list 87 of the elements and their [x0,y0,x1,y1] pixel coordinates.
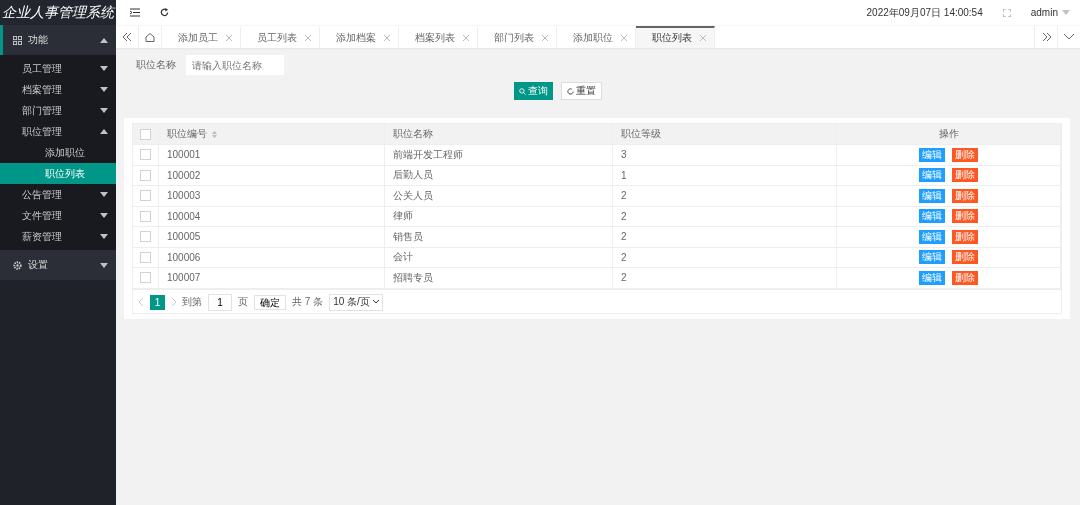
tab[interactable]: 部门列表 [478,26,557,48]
next-page-icon[interactable] [171,298,176,306]
close-icon[interactable] [463,35,469,41]
table-cell: 100005 [159,227,385,248]
chevron-down-icon [372,300,379,304]
refresh-icon [567,87,574,95]
page-size-select[interactable]: 10 条/页 [329,293,383,311]
table-cell: 2 [613,247,837,268]
table-cell: 2 [613,227,837,248]
app-title: 企业人事管理系统 [0,0,116,25]
user-name[interactable]: admin [1030,7,1058,18]
home-icon[interactable] [145,32,155,42]
menu-icon[interactable] [130,8,140,17]
refresh-icon[interactable] [160,8,169,17]
reset-button[interactable]: 重置 [561,82,602,100]
page-unit: 页 [238,295,248,309]
table-cell: 1 [613,165,837,186]
table-cell: 销售员 [385,227,613,248]
table-cell: 2 [613,268,837,289]
total-count: 共 7 条 [292,295,324,309]
menu-item[interactable]: 文件管理 [0,205,116,226]
row-checkbox[interactable] [140,272,151,284]
table-cell: 2 [613,206,837,227]
menu-item[interactable]: 薪资管理 [0,226,116,247]
menu-item[interactable]: 功能 [0,25,116,55]
close-icon[interactable] [621,35,627,41]
table-cell: 律师 [385,206,613,227]
close-icon[interactable] [700,35,706,41]
row-checkbox[interactable] [140,210,151,222]
table-cell: 会计 [385,247,613,268]
double-chevron-right-icon[interactable] [1041,33,1051,41]
row-checkbox[interactable] [140,169,151,181]
table-cell: 100006 [159,247,385,268]
row-checkbox[interactable] [140,231,151,243]
menu-item[interactable]: 职位管理 [0,121,116,142]
search-icon [519,87,526,95]
table-cell: 100004 [159,206,385,227]
goto-label: 到第 [182,295,202,309]
submenu-item[interactable]: 职位列表 [0,163,116,184]
tab[interactable]: 档案列表 [399,26,478,48]
query-button[interactable]: 查询 [514,82,553,100]
table-cell: 3 [613,145,837,166]
page-button[interactable]: 1 [150,294,165,310]
sort-icon[interactable] [212,130,217,138]
date-time: 2022年09月07日 14:00:54 [866,5,983,20]
table-cell: 100002 [159,165,385,186]
row-checkbox[interactable] [140,149,151,161]
column-header: 职位名称 [385,124,613,145]
menu-item[interactable]: 部门管理 [0,100,116,121]
close-icon[interactable] [226,35,232,41]
confirm-button[interactable]: 确定 [254,294,286,310]
double-chevron-left-icon[interactable] [122,33,132,41]
gear-icon [13,260,22,270]
menu-item[interactable]: 员工管理 [0,58,116,79]
close-icon[interactable] [384,35,390,41]
page-input[interactable]: 1 [208,293,232,311]
grid-icon [13,35,22,45]
close-icon[interactable] [542,35,548,41]
tab[interactable]: 员工列表 [241,26,320,48]
row-checkbox[interactable] [140,251,151,263]
table-cell: 前端开发工程师 [385,145,613,166]
table-cell: 100001 [159,145,385,166]
table-cell: 后勤人员 [385,165,613,186]
menu-item[interactable]: 公告管理 [0,184,116,205]
column-header[interactable]: 职位编号 [159,124,385,145]
column-header: 职位等级 [613,124,837,145]
select-all-checkbox[interactable] [140,128,151,140]
table-cell: 100007 [159,268,385,289]
submenu-item[interactable]: 添加职位 [0,142,116,163]
tab[interactable]: 添加员工 [162,26,241,48]
table-cell: 公关人员 [385,186,613,207]
prev-page-icon[interactable] [139,298,144,306]
caret-down-icon [1062,10,1070,15]
table-cell: 招聘专员 [385,268,613,289]
column-header: 操作 [837,124,1061,145]
field-label: 职位名称 [136,58,176,72]
tab[interactable]: 职位列表 [636,26,715,48]
table-cell: 100003 [159,186,385,207]
table-cell: 2 [613,186,837,207]
close-icon[interactable] [305,35,311,41]
row-checkbox[interactable] [140,190,151,202]
chevron-down-icon[interactable] [1064,34,1074,40]
menu-item[interactable]: 设置 [0,250,116,280]
tab[interactable]: 添加档案 [320,26,399,48]
menu-item[interactable]: 档案管理 [0,79,116,100]
position-name-input[interactable]: 请输入职位名称 [186,55,284,75]
fullscreen-icon[interactable] [1002,8,1011,17]
